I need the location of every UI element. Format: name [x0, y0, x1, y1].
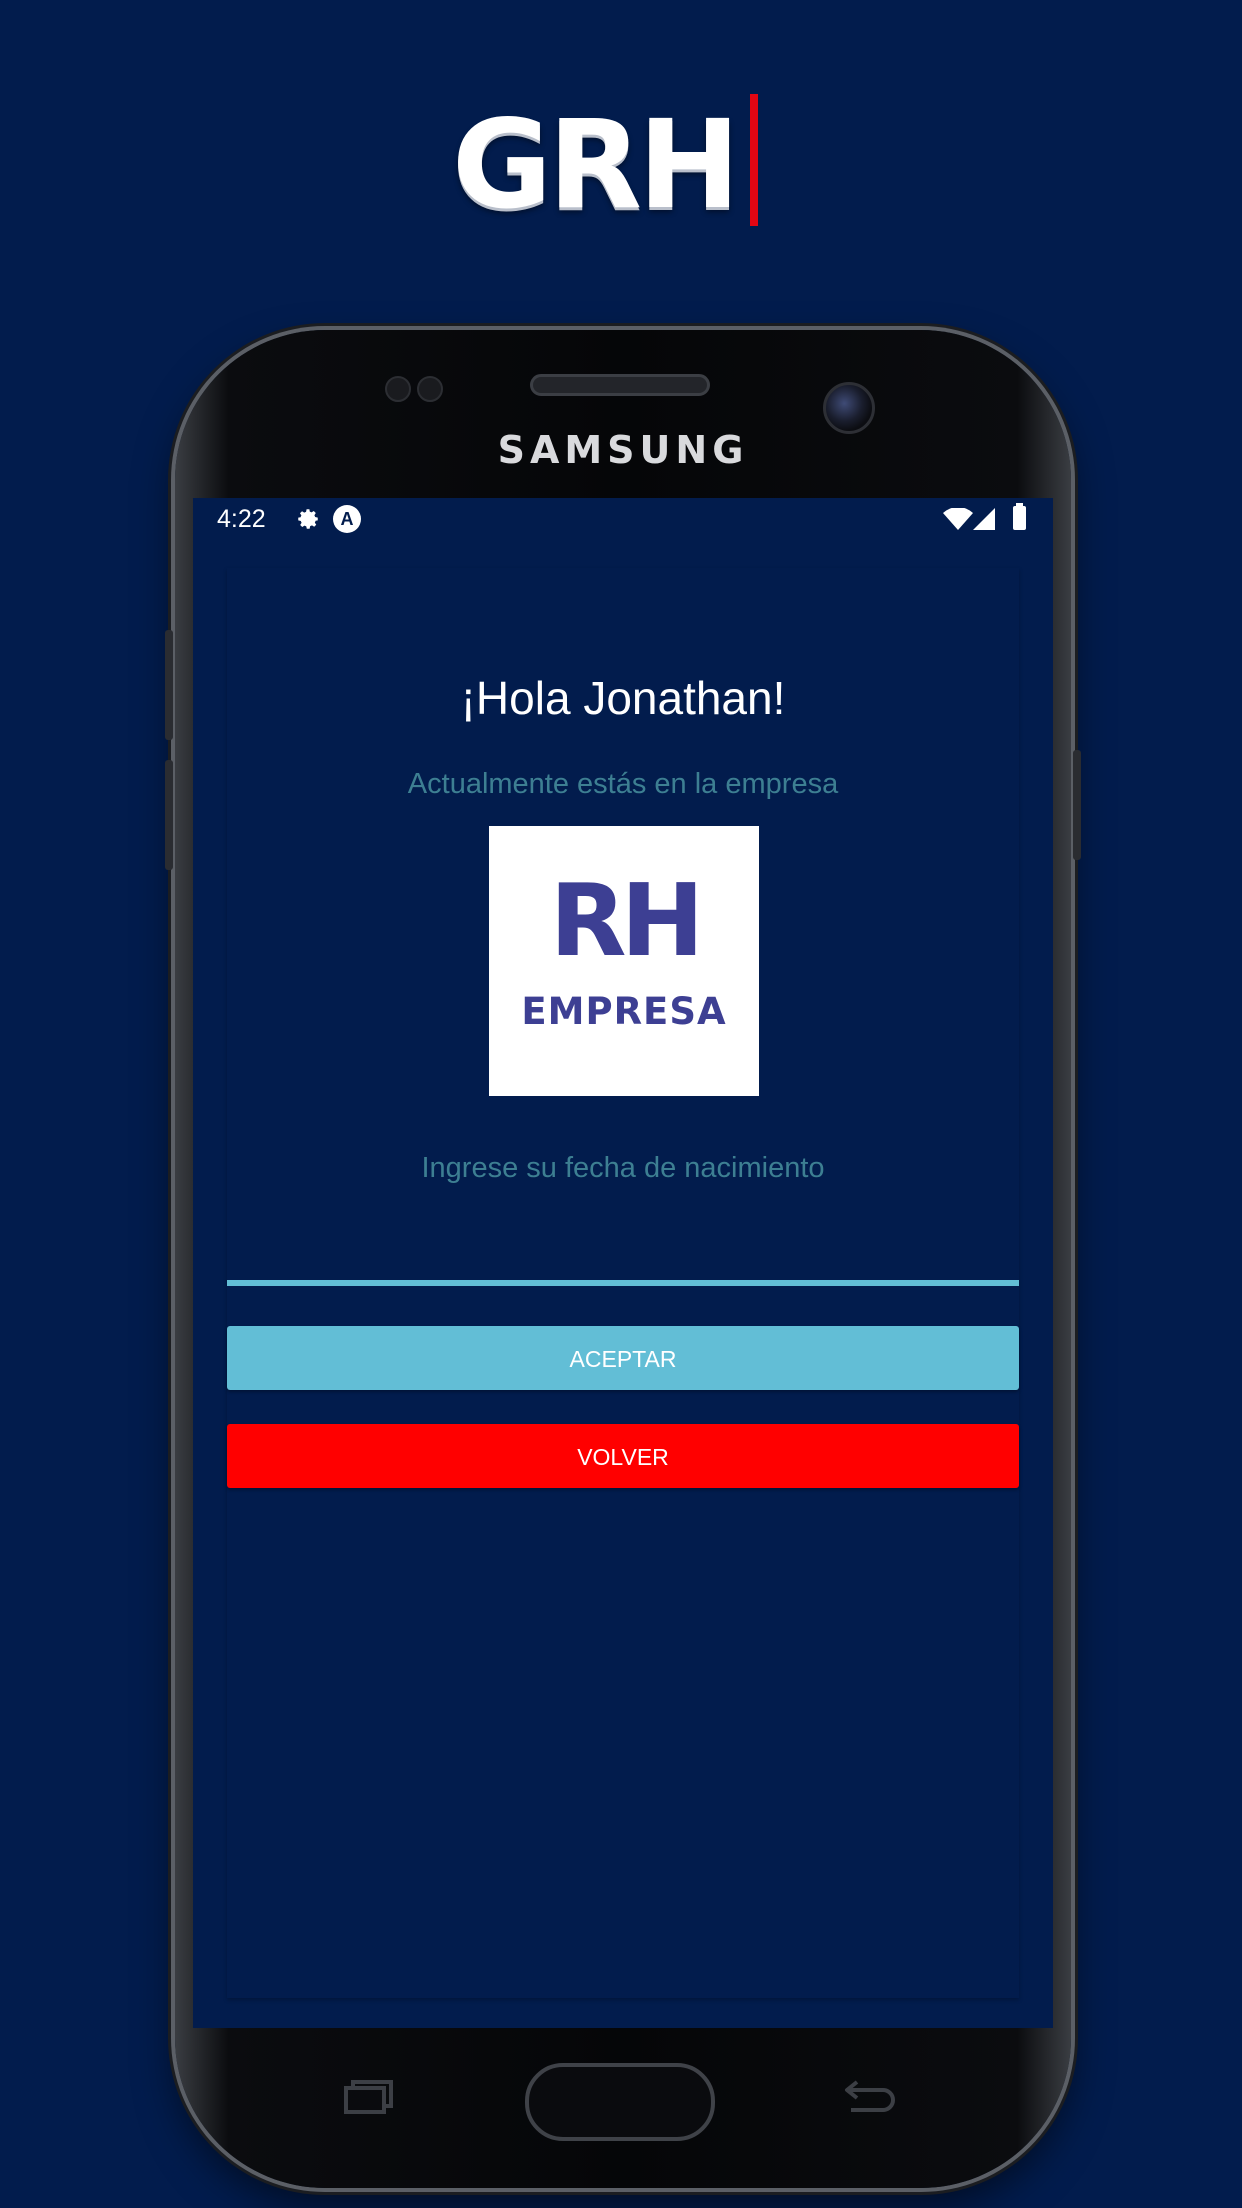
device-brand-label: SAMSUNG	[497, 428, 749, 472]
birthdate-label: Ingrese su fecha de nacimiento	[421, 1152, 825, 1184]
company-logo-mark: RH	[549, 862, 705, 979]
a-badge-icon: A	[333, 505, 361, 533]
signal-icon	[973, 508, 995, 530]
status-time: 4:22	[217, 505, 266, 533]
home-button[interactable]	[525, 2063, 715, 2141]
main-card: ¡Hola Jonathan! Actualmente estás en la …	[227, 568, 1019, 1998]
phone-screen: 4:22 A ¡Hola Jonathan! Actualmente estás…	[193, 498, 1053, 2028]
volume-down-button	[165, 760, 173, 870]
recents-icon[interactable]	[343, 2080, 395, 2114]
phone-frame: SAMSUNG 4:22 A ¡Hola Jonathan! Actualmen…	[165, 330, 1081, 2188]
accept-button[interactable]: ACEPTAR	[227, 1326, 1019, 1390]
front-camera	[823, 382, 875, 434]
power-button	[1073, 750, 1081, 860]
back-button[interactable]: VOLVER	[227, 1424, 1019, 1488]
brand-logo: GRH	[0, 94, 1242, 236]
light-sensor	[417, 376, 443, 402]
company-label: Actualmente estás en la empresa	[407, 768, 839, 800]
volume-up-button	[165, 630, 173, 740]
battery-icon	[1013, 503, 1026, 530]
app-canvas: GRH SAMSUNG 4:22 A ¡Hola Jonathan! Actua…	[0, 0, 1242, 2208]
birthdate-input[interactable]	[227, 1228, 1019, 1286]
earpiece-speaker	[530, 374, 710, 396]
proximity-sensor	[385, 376, 411, 402]
status-bar: 4:22 A	[193, 498, 1053, 538]
back-icon[interactable]	[843, 2078, 897, 2114]
settings-gear-icon	[298, 509, 318, 529]
brand-accent-bar	[750, 94, 758, 226]
brand-logo-text: GRH	[452, 94, 740, 236]
company-logo-name: EMPRESA	[521, 990, 727, 1033]
wifi-icon	[943, 508, 973, 530]
company-logo: RH EMPRESA	[489, 826, 759, 1096]
greeting-title: ¡Hola Jonathan!	[460, 672, 786, 724]
